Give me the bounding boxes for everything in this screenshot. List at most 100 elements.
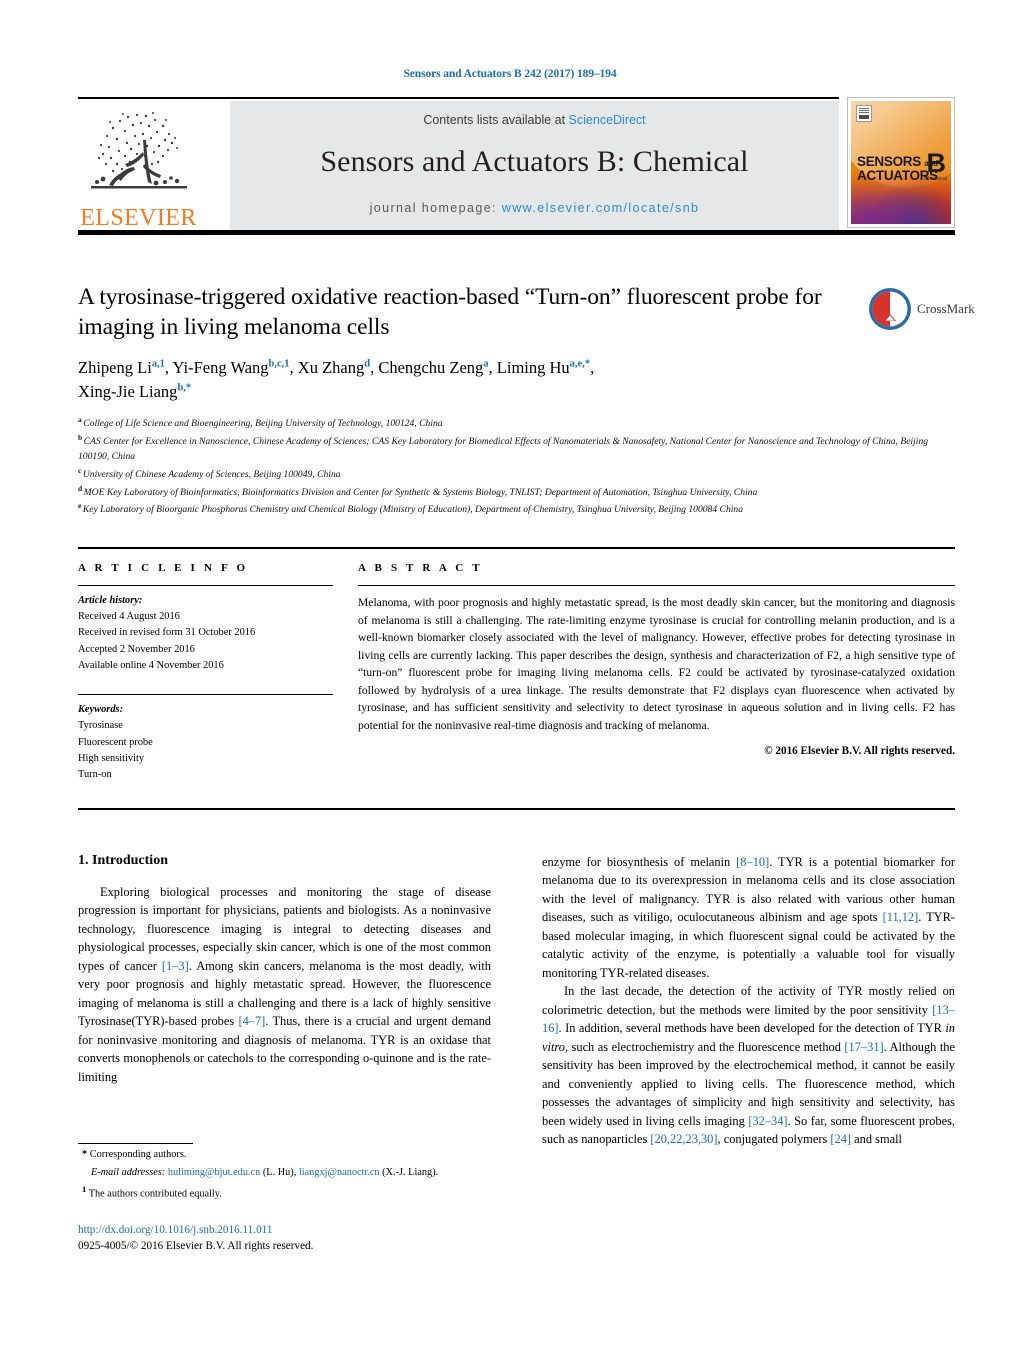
keyword-item: Tyrosinase: [78, 720, 123, 732]
affiliation-item: d MOE Key Laboratory of Bioinformatics, B…: [78, 483, 953, 501]
affiliation-marker: e: [78, 501, 82, 511]
article-info-rule: [78, 585, 333, 586]
article-history-item: Received 4 August 2016: [78, 611, 180, 623]
email-link-1[interactable]: huliming@bjut.edu.cn: [168, 1167, 260, 1178]
cover-series-letter: B: [926, 148, 947, 179]
crossmark-label: CrossMark: [917, 301, 975, 316]
citation-ref[interactable]: [20,22,23,30]: [650, 1132, 717, 1146]
abstract-text: Melanoma, with poor prognosis and highly…: [358, 596, 955, 732]
footnote-marker: *: [82, 1149, 88, 1160]
crossmark-badge-group[interactable]: CrossMark: [868, 285, 1020, 333]
affiliation-list: a College of Life Science and Bioengineer…: [78, 414, 953, 518]
crossmark-icon: [869, 288, 911, 330]
citation-ref[interactable]: [8–10]: [736, 855, 769, 869]
author-item: Liming Hua,e,*: [496, 358, 591, 378]
affiliation-marker: c: [78, 465, 82, 475]
journal-homepage-link[interactable]: www.elsevier.com/locate/snb: [502, 201, 700, 215]
article-history-item: Received in revised form 31 October 2016: [78, 627, 256, 639]
elsevier-mark-icon: [856, 105, 872, 122]
sciencedirect-link[interactable]: ScienceDirect: [569, 113, 646, 127]
footnote-text: Corresponding authors.: [89, 1149, 187, 1160]
paragraph: Exploring biological processes and monit…: [78, 885, 491, 1084]
running-head: Sensors and Actuators B 242 (2017) 189–1…: [403, 68, 617, 80]
cover-series-sub: Chemical: [924, 176, 947, 183]
abstract-column: A B S T R A C T Melanoma, with poor prog…: [358, 562, 955, 757]
footnote-marker: 1: [82, 1184, 87, 1195]
affiliation-text: CAS Center for Excellence in Nanoscience…: [78, 435, 929, 463]
citation-ref[interactable]: [17–31]: [844, 1040, 883, 1054]
issn-copyright-line: 0925-4005/© 2016 Elsevier B.V. All right…: [78, 1240, 314, 1253]
elsevier-tree-icon: [90, 112, 187, 189]
email-label: E-mail addresses:: [91, 1167, 166, 1179]
keyword-item: High sensitivity: [78, 752, 145, 764]
citation-ref[interactable]: [24]: [830, 1132, 851, 1146]
affiliation-text: University of Chinese Academy of Science…: [82, 469, 341, 481]
body-column-right: enzyme for biosynthesis of melanin [8–10…: [542, 853, 955, 1149]
abstract-copyright: © 2016 Elsevier B.V. All rights reserved…: [764, 745, 955, 757]
doi-link[interactable]: http://dx.doi.org/10.1016/j.snb.2016.11.…: [78, 1222, 538, 1238]
citation-ref[interactable]: [4–7]: [238, 1014, 265, 1028]
author-affil-marker: b,c,1: [268, 358, 290, 370]
author-item: Zhipeng Lia,1: [78, 358, 165, 378]
article-history-item: Accepted 2 November 2016: [78, 643, 195, 655]
contents-prefix: Contents lists available at: [423, 113, 569, 127]
masthead-panel: Contents lists available at ScienceDirec…: [230, 101, 839, 230]
article-history-group: Article history: Received 4 August 2016 …: [78, 593, 333, 674]
keywords-rule: [78, 694, 333, 696]
section-title-introduction: 1. Introduction: [78, 853, 168, 868]
keyword-item: Fluorescent probe: [78, 736, 153, 748]
body-column-left: 1. Introduction Exploring biological pro…: [78, 853, 491, 1086]
affiliation-marker: a: [78, 415, 82, 424]
keyword-item: Turn-on: [78, 768, 112, 780]
journal-homepage-line: journal homepage: www.elsevier.com/locat…: [370, 201, 700, 215]
article-history-item: Available online 4 November 2016: [78, 659, 224, 671]
affiliation-marker: d: [78, 483, 83, 493]
paragraph: enzyme for biosynthesis of melanin [8–10…: [542, 855, 955, 980]
affiliation-item: b CAS Center for Excellence in Nanoscienc…: [78, 432, 953, 465]
cover-artwork: SENSORS and ACTUATORS B Chemical: [851, 101, 951, 224]
article-info-heading: A R T I C L E I N F O: [78, 562, 249, 574]
citation-ref[interactable]: [1–3]: [162, 959, 189, 973]
affiliation-marker: b: [78, 432, 83, 442]
paper-page: Sensors and Actuators B 242 (2017) 189–1…: [0, 0, 1020, 1351]
author-affil-marker: a: [483, 358, 489, 370]
info-band-bottom-rule: [78, 808, 955, 810]
elsevier-wordmark: ELSEVIER: [80, 205, 197, 231]
info-band-top-rule: [78, 547, 955, 549]
abstract-heading: A B S T R A C T: [358, 562, 483, 574]
article-info-column: A R T I C L E I N F O Article history: R…: [78, 562, 333, 783]
homepage-prefix: journal homepage:: [369, 201, 502, 215]
citation-ref[interactable]: [13–16]: [542, 1003, 955, 1035]
affiliation-item: c University of Chinese Academy of Scienc…: [78, 465, 953, 483]
citation-ref[interactable]: [11,12]: [883, 910, 919, 924]
journal-title: Sensors and Actuators B: Chemical: [320, 145, 749, 178]
author-affil-marker: b,*: [177, 382, 192, 394]
masthead-bottom-rule: [78, 230, 955, 235]
affiliation-item: e Key Laboratory of Bioorganic Phosphorus…: [78, 500, 953, 518]
author-item: Chengchu Zenga: [378, 358, 489, 378]
article-history-label: Article history:: [78, 595, 143, 606]
footer-block: http://dx.doi.org/10.1016/j.snb.2016.11.…: [78, 1222, 538, 1254]
email-owner-1: (L. Hu),: [262, 1167, 297, 1179]
footnote-emails: E-mail addresses: huliming@bjut.edu.cn (…: [78, 1165, 491, 1180]
affiliation-text: College of Life Science and Bioengineeri…: [83, 418, 443, 430]
affiliation-text: MOE Key Laboratory of Bioinformatics, Bi…: [83, 486, 758, 498]
author-item: Xing-Jie Liangb,*: [78, 381, 192, 401]
affiliation-text: Key Laboratory of Bioorganic Phosphorus …: [82, 504, 743, 516]
footnote-rule: [78, 1143, 193, 1144]
affiliation-item: a College of Life Science and Bioengineer…: [78, 414, 953, 432]
email-link-2[interactable]: liangxj@nanoctr.cn: [299, 1167, 380, 1178]
author-affil-marker: a,e,*: [569, 358, 591, 370]
title-block: A tyrosinase-triggered oxidative reactio…: [78, 282, 975, 518]
footnote-block: * Corresponding authors. E-mail addresse…: [78, 1143, 491, 1202]
page-title: A tyrosinase-triggered oxidative reactio…: [78, 284, 822, 341]
author-affil-marker: d: [364, 358, 371, 370]
contents-list-line: Contents lists available at ScienceDirec…: [423, 113, 645, 127]
journal-cover-thumbnail[interactable]: SENSORS and ACTUATORS B Chemical: [847, 97, 955, 228]
email-owner-2: (X.-J. Liang).: [382, 1167, 439, 1179]
author-list: Zhipeng Lia,1, Yi-Feng Wangb,c,1, Xu Zha…: [78, 358, 595, 401]
author-item: Yi-Feng Wangb,c,1: [172, 358, 290, 378]
keywords-group: Keywords: Tyrosinase Fluorescent probe H…: [78, 702, 333, 783]
journal-masthead: ELSEVIER Contents lists available at Sci…: [78, 97, 955, 235]
citation-ref[interactable]: [32–34]: [748, 1114, 787, 1128]
